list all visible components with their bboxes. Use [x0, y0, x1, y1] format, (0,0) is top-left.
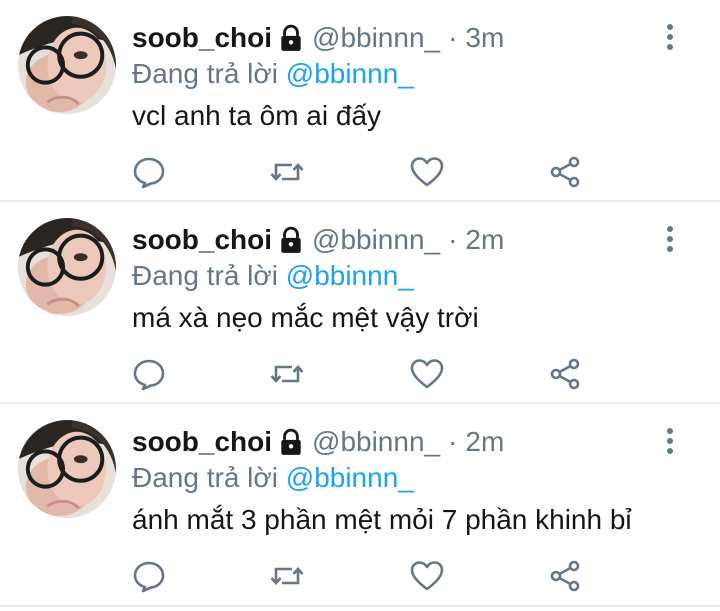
avatar-photo-icon	[18, 16, 116, 114]
tweet-header: soob_choi @bbinnn_ · 2m	[132, 222, 504, 258]
user-handle[interactable]: @bbinnn_	[312, 22, 440, 54]
mention-link[interactable]: @bbinnn_	[286, 260, 414, 291]
tweet-card[interactable]: soob_choi @bbinnn_ · 2m Đang trả lời @bb…	[0, 202, 720, 404]
avatar[interactable]	[18, 420, 116, 518]
timestamp[interactable]: 2m	[465, 426, 504, 458]
share-icon[interactable]	[548, 155, 582, 189]
retweet-icon[interactable]	[270, 155, 304, 189]
timestamp[interactable]: 2m	[465, 224, 504, 256]
share-icon[interactable]	[548, 559, 582, 593]
replying-to-line: Đang trả lời @bbinnn_	[132, 260, 414, 292]
tweet-actions	[132, 559, 592, 593]
tweet-card[interactable]: soob_choi @bbinnn_ · 2m Đang trả lời @bb…	[0, 404, 720, 607]
lock-icon	[278, 24, 304, 52]
avatar[interactable]	[18, 16, 116, 114]
mention-link[interactable]: @bbinnn_	[286, 58, 414, 89]
mention-link[interactable]: @bbinnn_	[286, 462, 414, 493]
replying-to-line: Đang trả lời @bbinnn_	[132, 462, 414, 494]
replying-prefix: Đang trả lời	[132, 58, 278, 89]
avatar-photo-icon	[18, 420, 116, 518]
user-handle[interactable]: @bbinnn_	[312, 426, 440, 458]
display-name[interactable]: soob_choi	[132, 224, 272, 256]
retweet-icon[interactable]	[270, 357, 304, 391]
tweet-text: vcl anh ta ôm ai đấy	[132, 100, 382, 131]
like-icon[interactable]	[410, 155, 444, 189]
tweet-header: soob_choi @bbinnn_ · 3m	[132, 20, 504, 56]
replying-prefix: Đang trả lời	[132, 462, 278, 493]
tweet-card[interactable]: soob_choi @bbinnn_ · 3m Đang trả lời @bb…	[0, 0, 720, 202]
tweet-text: má xà nẹo mắc mệt vậy trời	[132, 302, 479, 333]
reply-icon[interactable]	[132, 559, 166, 593]
more-vertical-icon[interactable]	[660, 22, 680, 52]
display-name[interactable]: soob_choi	[132, 426, 272, 458]
avatar[interactable]	[18, 218, 116, 316]
lock-icon	[278, 428, 304, 456]
tweet-header: soob_choi @bbinnn_ · 2m	[132, 424, 504, 460]
replying-prefix: Đang trả lời	[132, 260, 278, 291]
separator-dot: ·	[448, 426, 458, 457]
like-icon[interactable]	[410, 559, 444, 593]
user-handle[interactable]: @bbinnn_	[312, 224, 440, 256]
reply-icon[interactable]	[132, 155, 166, 189]
retweet-icon[interactable]	[270, 559, 304, 593]
separator-dot: ·	[448, 22, 458, 53]
tweet-actions	[132, 155, 592, 189]
replying-to-line: Đang trả lời @bbinnn_	[132, 58, 414, 90]
lock-icon	[278, 226, 304, 254]
more-vertical-icon[interactable]	[660, 426, 680, 456]
reply-icon[interactable]	[132, 357, 166, 391]
tweet-actions	[132, 357, 592, 391]
share-icon[interactable]	[548, 357, 582, 391]
tweet-text: ánh mắt 3 phần mệt mỏi 7 phần khinh bỉ	[132, 504, 632, 535]
display-name[interactable]: soob_choi	[132, 22, 272, 54]
separator-dot: ·	[448, 224, 458, 255]
more-vertical-icon[interactable]	[660, 224, 680, 254]
avatar-photo-icon	[18, 218, 116, 316]
like-icon[interactable]	[410, 357, 444, 391]
tweet-feed: soob_choi @bbinnn_ · 3m Đang trả lời @bb…	[0, 0, 720, 611]
timestamp[interactable]: 3m	[465, 22, 504, 54]
